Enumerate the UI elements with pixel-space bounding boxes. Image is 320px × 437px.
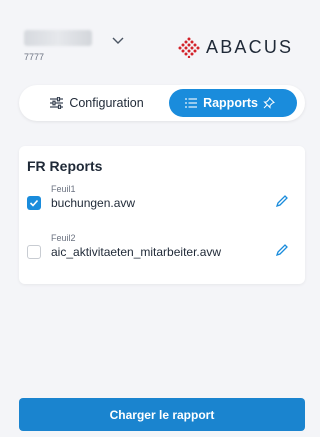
load-report-button[interactable]: Charger le rapport bbox=[19, 398, 305, 431]
account-name-redacted bbox=[24, 30, 92, 46]
tab-rapports[interactable]: Rapports bbox=[169, 89, 297, 117]
pin-icon[interactable] bbox=[263, 97, 275, 109]
report-sheet-name: Feuil1 bbox=[51, 184, 76, 194]
abacus-logo: ABACUS bbox=[178, 36, 293, 58]
tab-configuration[interactable]: Configuration bbox=[27, 89, 167, 117]
tab-configuration-label: Configuration bbox=[69, 96, 144, 110]
reports-panel: FR Reports Feuil1 buchungen.avw Feuil2 a… bbox=[19, 146, 305, 284]
tab-rapports-label: Rapports bbox=[203, 96, 258, 110]
sliders-icon bbox=[50, 97, 64, 109]
account-switcher[interactable]: 7777 bbox=[24, 30, 126, 62]
pencil-icon[interactable] bbox=[275, 243, 289, 257]
account-id: 7777 bbox=[24, 52, 45, 62]
report-item[interactable]: Feuil1 buchungen.avw bbox=[19, 184, 305, 224]
report-sheet-name: Feuil2 bbox=[51, 233, 76, 243]
report-checkbox[interactable] bbox=[27, 196, 41, 210]
report-file-name: aic_aktivitaeten_mitarbeiter.avw bbox=[51, 245, 222, 259]
abacus-logo-icon bbox=[178, 37, 200, 58]
report-file-name: buchungen.avw bbox=[51, 196, 136, 210]
reports-panel-title: FR Reports bbox=[27, 158, 103, 174]
chevron-down-icon[interactable] bbox=[110, 32, 126, 48]
checkmark-icon bbox=[29, 199, 39, 207]
report-checkbox[interactable] bbox=[27, 245, 41, 259]
list-icon bbox=[185, 98, 198, 108]
header: 7777 ABACUS bbox=[0, 0, 310, 78]
report-item[interactable]: Feuil2 aic_aktivitaeten_mitarbeiter.avw bbox=[19, 233, 305, 273]
abacus-wordmark: ABACUS bbox=[206, 36, 294, 57]
mode-switch: Configuration Rapports bbox=[19, 85, 305, 121]
pencil-icon[interactable] bbox=[275, 194, 289, 208]
